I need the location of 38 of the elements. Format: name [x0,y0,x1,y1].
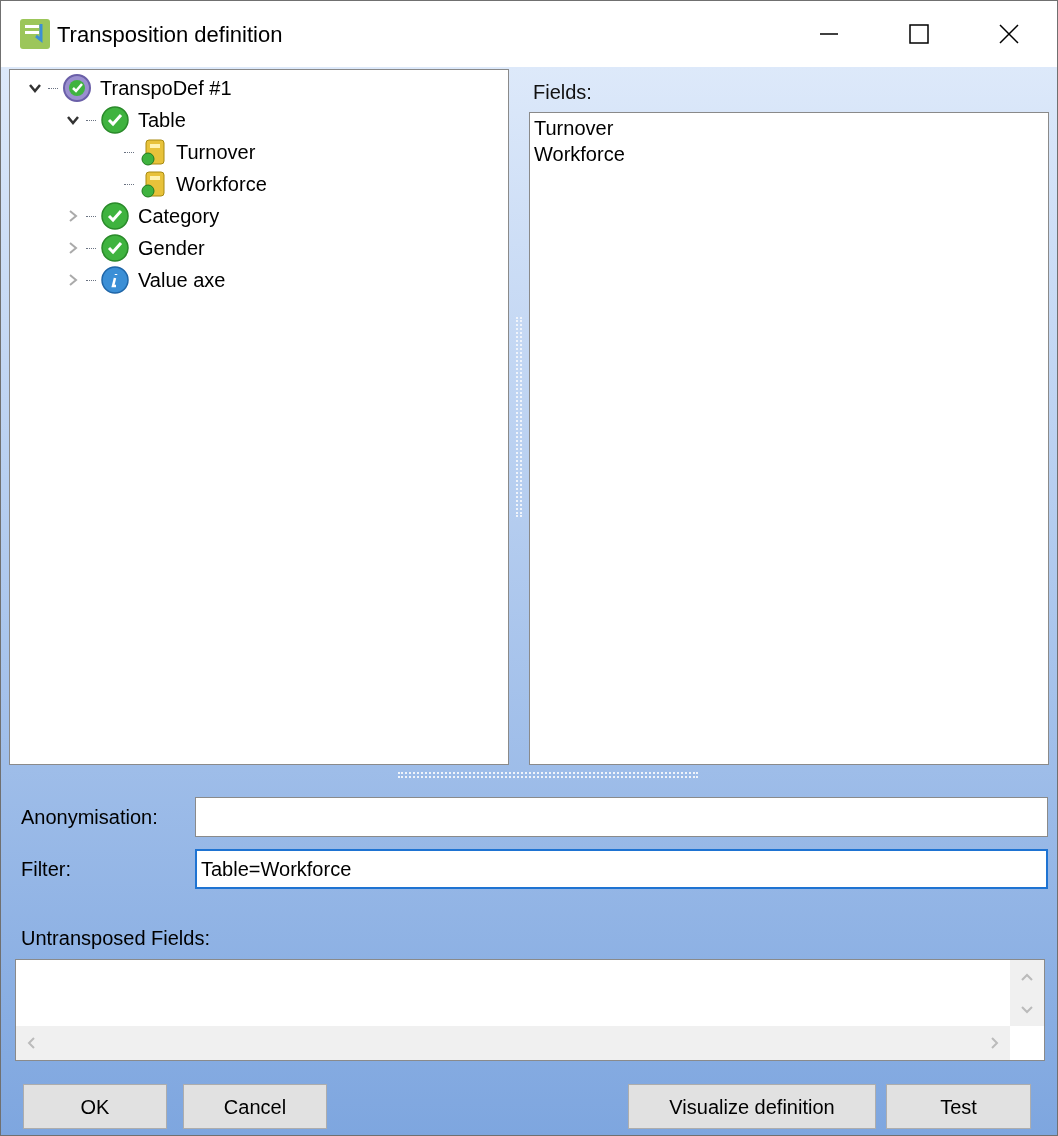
vertical-scrollbar[interactable] [1010,960,1044,1026]
window-title: Transposition definition [57,20,283,49]
text-field[interactable]: Table=Workforce [195,849,1048,889]
tree-item[interactable]: Category [138,201,220,231]
untransposed-label: Untransposed Fields: [21,926,211,951]
database-icon [138,137,168,167]
info-icon [100,265,130,295]
tree-item[interactable]: TranspoDef #1 [100,73,232,103]
check-badge-icon [62,73,92,103]
list-item[interactable]: Workforce [534,141,625,167]
scroll-up-icon[interactable] [1020,971,1034,982]
field-label: Filter: [20,857,72,882]
check-icon [100,233,130,263]
splitter-handle[interactable] [516,317,522,517]
scroll-left-icon[interactable] [26,1036,36,1050]
check-icon [100,201,130,231]
maximize-icon[interactable] [909,24,929,44]
horizontal-scrollbar[interactable] [16,1026,1010,1060]
tree-item[interactable]: Turnover [176,137,256,167]
scroll-down-icon[interactable] [1020,1004,1034,1015]
text-field[interactable] [195,797,1048,837]
tree-item[interactable]: Gender [138,233,205,263]
app-icon [19,18,51,50]
dialog-button[interactable]: Visualize definition [628,1084,876,1129]
database-icon [138,169,168,199]
dialog-button[interactable]: Test [886,1084,1031,1129]
list-item[interactable]: Turnover [534,115,614,141]
check-icon [100,105,130,135]
splitter-handle[interactable] [398,772,698,778]
dialog-button[interactable]: OK [23,1084,167,1129]
tree-item[interactable]: Workforce [176,169,267,199]
tree-item[interactable]: Table [138,105,186,135]
close-icon[interactable] [999,24,1019,44]
tree-item[interactable]: Value axe [138,265,226,295]
dialog-button[interactable]: Cancel [183,1084,327,1129]
fields-label: Fields: [533,80,593,104]
field-label: Anonymisation: [20,805,159,830]
scroll-right-icon[interactable] [990,1036,1000,1050]
